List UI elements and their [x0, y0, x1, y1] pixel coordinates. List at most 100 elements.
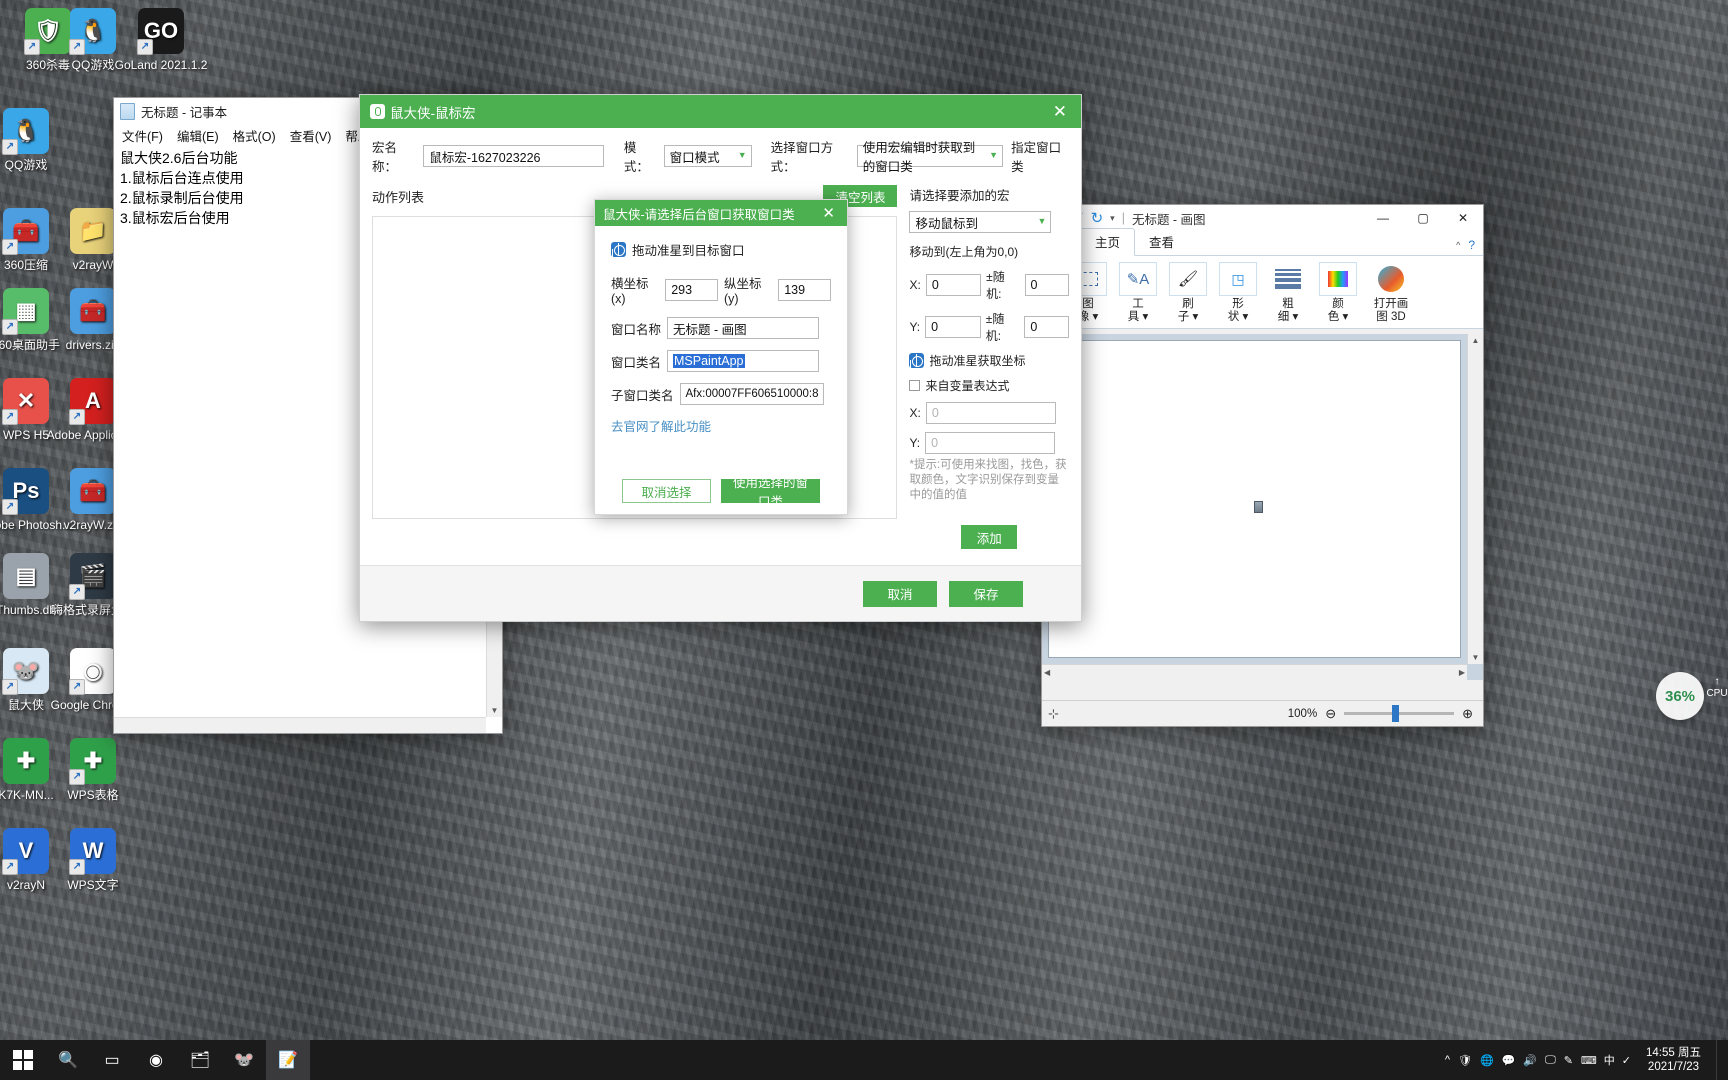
drag-crosshair-row[interactable]: 拖动准星到目标窗口: [611, 240, 831, 259]
taskbar-file-explorer-icon[interactable]: 🗂: [178, 1040, 222, 1080]
cancel-selection-button[interactable]: 取消选择: [622, 479, 711, 503]
notepad-horizontal-scrollbar[interactable]: [114, 717, 486, 733]
cancel-button[interactable]: 取消: [863, 580, 937, 607]
paint-tab-strip[interactable]: 主页 查看 ^ ?: [1042, 228, 1483, 256]
tray-icon[interactable]: 🖵: [1545, 1054, 1556, 1067]
official-site-link[interactable]: 去官网了解此功能: [611, 416, 831, 435]
paint-window[interactable]: ↺ ↻ ▾ | 无标题 - 画图 — ▢ ✕ 主页 查看 ^ ? 图 像 ▾ ✎…: [1041, 204, 1484, 727]
taskbar-clock[interactable]: 14:55 周五 2021/7/23: [1638, 1046, 1709, 1074]
chevron-down-icon[interactable]: ▾: [1110, 213, 1115, 224]
tray-icon[interactable]: ⌨: [1581, 1054, 1597, 1067]
taskbar-search-icon[interactable]: 🔍: [46, 1040, 90, 1080]
add-action-button[interactable]: 添加: [961, 525, 1018, 549]
variable-x-input[interactable]: 0: [925, 402, 1056, 424]
taskbar-task-view-icon[interactable]: ▭: [90, 1040, 134, 1080]
mode-select[interactable]: 窗口模式: [663, 145, 752, 167]
window-select-dropdown[interactable]: 使用宏编辑时获取到的窗口类: [856, 141, 1004, 174]
select-window-class-dialog[interactable]: 鼠大侠-请选择后台窗口获取窗口类 ✕ 拖动准星到目标窗口 横坐标(x) 293 …: [594, 199, 848, 515]
notepad-title: 无标题 - 记事本: [141, 105, 228, 120]
minimize-button[interactable]: —: [1363, 205, 1403, 231]
show-desktop-button[interactable]: [1716, 1040, 1722, 1080]
tray-icon[interactable]: 💬: [1502, 1054, 1516, 1067]
menu-edit[interactable]: 编辑(E): [177, 126, 219, 145]
use-selected-class-button[interactable]: 使用选择的窗口类: [721, 476, 820, 509]
menu-file[interactable]: 文件(F): [122, 126, 163, 145]
resize-handle-icon[interactable]: ⊹: [1048, 706, 1059, 722]
redo-icon[interactable]: ↻: [1091, 209, 1104, 227]
maximize-button[interactable]: ▢: [1403, 205, 1443, 231]
ime-status-icon[interactable]: ✓: [1622, 1054, 1631, 1067]
y-random-input[interactable]: 0: [1024, 316, 1069, 338]
taskbar-notepad-icon[interactable]: 📝: [266, 1040, 310, 1080]
from-variable-row[interactable]: 来自变量表达式: [909, 377, 1069, 394]
taskbar-mouse-master-icon[interactable]: 🐭: [222, 1040, 266, 1080]
desktop-icon[interactable]: GO GoLand 2021.1.2: [113, 8, 209, 72]
zoom-slider[interactable]: [1344, 705, 1455, 722]
paint-window-buttons[interactable]: — ▢ ✕: [1363, 205, 1483, 231]
paint-horizontal-scrollbar[interactable]: ◀ ▶: [1042, 664, 1467, 680]
child-class-input[interactable]: Afx:00007FF606510000:8: [679, 383, 824, 405]
taskbar-edge-icon[interactable]: ◉: [134, 1040, 178, 1080]
menu-view[interactable]: 查看(V): [290, 126, 332, 145]
mouse-macro-window[interactable]: 鼠大侠-鼠标宏 ✕ 宏名称： 鼠标宏-1627023226 模式： 窗口模式 选…: [359, 94, 1082, 622]
macro-name-input[interactable]: 鼠标宏-1627023226: [423, 145, 604, 167]
tray-icon[interactable]: 🛡: [1458, 1054, 1472, 1067]
ribbon-group-paint3d[interactable]: 打开画 图 3D: [1364, 260, 1418, 324]
tray-icon[interactable]: 🔊: [1523, 1054, 1537, 1067]
action-type-select[interactable]: 移动鼠标到: [909, 211, 1052, 233]
paint-canvas-area[interactable]: ▲ ▼ ◀ ▶: [1042, 334, 1483, 680]
tray-icon[interactable]: ^: [1445, 1054, 1450, 1066]
mouse-macro-title: 鼠大侠-鼠标宏: [390, 105, 476, 121]
taskbar[interactable]: 🔍 ▭ ◉ 🗂 🐭 📝 ^ 🛡 🌐 💬 🔊 🖵 ✎ ⌨ 中 ✓ 14:55 周五 2021/7/23: [0, 1040, 1728, 1080]
scroll-up-icon[interactable]: ▲: [1468, 334, 1483, 345]
paint-vertical-scrollbar[interactable]: ▲ ▼: [1467, 334, 1483, 664]
scroll-right-icon[interactable]: ▶: [1459, 668, 1465, 677]
scroll-left-icon[interactable]: ◀: [1044, 668, 1050, 677]
ribbon-collapse-icon[interactable]: ^: [1456, 240, 1460, 250]
desktop-icon[interactable]: 🐧 QQ游戏: [0, 108, 74, 172]
drag-crosshair-row[interactable]: 拖动准星获取坐标: [909, 352, 1069, 369]
cpu-usage-widget[interactable]: 36%: [1656, 672, 1704, 720]
help-icon[interactable]: ?: [1468, 238, 1475, 252]
ribbon-group-shapes[interactable]: ◳ 形 状 ▾: [1214, 260, 1262, 324]
x-input[interactable]: 0: [925, 274, 982, 296]
crosshair-icon[interactable]: [611, 242, 626, 257]
tab-home[interactable]: 主页: [1080, 228, 1136, 256]
ribbon-group-brush[interactable]: 🖌 刷 子 ▾: [1164, 260, 1212, 324]
scroll-down-icon[interactable]: ▼: [1468, 653, 1483, 662]
x-coordinate-input[interactable]: 293: [665, 278, 718, 301]
ime-indicator[interactable]: 中: [1604, 1052, 1615, 1068]
paint-ribbon[interactable]: 图 像 ▾ ✎A 工 具 ▾ 🖌 刷 子 ▾ ◳ 形 状 ▾ 粗 细 ▾ 颜 色…: [1042, 256, 1483, 329]
zoom-slider-knob[interactable]: [1392, 705, 1400, 722]
crosshair-icon[interactable]: [909, 353, 925, 368]
tab-view[interactable]: 查看: [1135, 229, 1188, 255]
window-name-input[interactable]: 无标题 - 画图: [667, 317, 820, 339]
taskbar-items[interactable]: 🔍 ▭ ◉ 🗂 🐭 📝: [46, 1040, 310, 1080]
ribbon-group-tools[interactable]: ✎A 工 具 ▾: [1114, 260, 1162, 324]
desktop-icon[interactable]: ✚ WPS表格: [45, 738, 141, 802]
tray-icon[interactable]: ✎: [1564, 1054, 1573, 1067]
y-input[interactable]: 0: [925, 316, 981, 338]
zoom-out-button[interactable]: ⊖: [1325, 706, 1336, 722]
close-button[interactable]: ✕: [1049, 102, 1071, 122]
tray-icon[interactable]: 🌐: [1480, 1054, 1494, 1067]
ribbon-group-colors[interactable]: 颜 色 ▾: [1314, 260, 1362, 324]
scroll-down-icon[interactable]: ▼: [487, 706, 502, 715]
window-class-input[interactable]: MSPaintApp: [667, 350, 820, 372]
specify-window-class-button[interactable]: 指定窗口类: [1011, 137, 1069, 175]
desktop-icon-glyph: 🐧: [2, 108, 49, 155]
paint-canvas[interactable]: [1048, 340, 1461, 658]
close-button[interactable]: ✕: [1443, 205, 1483, 231]
zoom-in-button[interactable]: ⊕: [1462, 706, 1473, 722]
start-button[interactable]: [0, 1040, 46, 1080]
from-variable-checkbox[interactable]: [909, 380, 921, 391]
ribbon-group-thickness[interactable]: 粗 细 ▾: [1264, 260, 1312, 324]
x-random-input[interactable]: 0: [1024, 274, 1069, 296]
desktop-icon[interactable]: W WPS文字: [45, 828, 141, 892]
save-button[interactable]: 保存: [949, 580, 1023, 607]
select-dialog-close-button[interactable]: ✕: [818, 204, 839, 222]
system-tray[interactable]: ^ 🛡 🌐 💬 🔊 🖵 ✎ ⌨ 中 ✓ 14:55 周五 2021/7/23: [1445, 1040, 1728, 1080]
variable-y-input[interactable]: 0: [925, 432, 1056, 454]
y-coordinate-input[interactable]: 139: [778, 278, 831, 301]
menu-format[interactable]: 格式(O): [233, 126, 276, 145]
